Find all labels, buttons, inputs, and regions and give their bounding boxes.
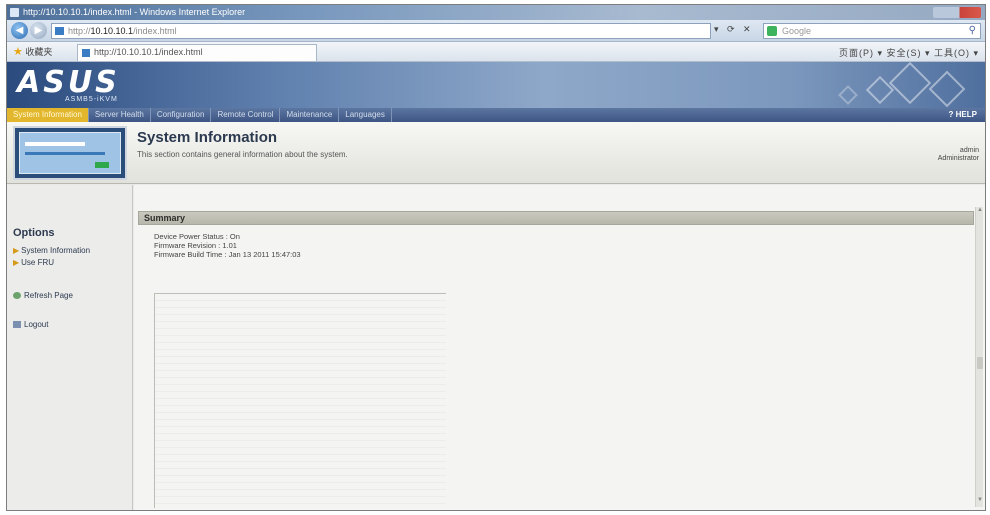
decoration	[838, 85, 858, 105]
search-icon[interactable]: ⚲	[969, 24, 976, 38]
decoration	[25, 142, 85, 146]
address-path: /index.html	[133, 26, 177, 36]
logout-icon	[13, 321, 21, 328]
system-monitor-image	[13, 126, 127, 180]
main-content: Summary Device Power Status : On Firmwar…	[134, 185, 985, 510]
page-header: System Information This section contains…	[7, 122, 985, 184]
tab-remote-control[interactable]: Remote Control	[211, 108, 281, 122]
sidebar-item-logout[interactable]: Logout	[13, 320, 48, 329]
firmware-build-time: Firmware Build Time : Jan 13 2011 15:47:…	[154, 250, 301, 259]
navigation-bar: ◀ ▶ http://10.10.10.1/index.html ▾ ⟳ ✕ G…	[7, 20, 985, 42]
tab-server-health[interactable]: Server Health	[89, 108, 151, 122]
asus-logo: ASUS	[17, 65, 120, 100]
ie-icon	[10, 8, 19, 17]
sidebar-item-use-fru[interactable]: ▶ Use FRU	[13, 258, 54, 267]
decoration	[25, 152, 105, 155]
page-icon	[55, 27, 64, 35]
options-title: Options	[13, 227, 55, 239]
sidebar-item-label: System Information	[21, 246, 91, 255]
sidebar-item-system-information[interactable]: ▶ System Information	[13, 246, 90, 255]
asus-banner: ASUS ASMB5-iKVM	[7, 62, 985, 108]
tab-page-icon	[82, 49, 90, 57]
page-description: This section contains general informatio…	[137, 150, 348, 159]
sidebar-item-label: Use FRU	[21, 258, 55, 267]
tab-configuration[interactable]: Configuration	[151, 108, 212, 122]
tab-maintenance[interactable]: Maintenance	[280, 108, 340, 122]
graph-panel	[154, 293, 446, 508]
user-name: admin	[959, 147, 979, 154]
firmware-revision: Firmware Revision : 1.01	[154, 241, 237, 250]
browser-tab[interactable]: http://10.10.10.1/index.html	[77, 44, 317, 61]
tab-system-information[interactable]: System Information	[7, 108, 89, 122]
user-role: Administrator	[937, 155, 979, 162]
forward-arrow-icon[interactable]: ▶	[30, 22, 47, 39]
browser-window: http://10.10.10.1/index.html - Windows I…	[6, 4, 986, 511]
arrow-right-icon: ▶	[13, 246, 20, 255]
window-controls[interactable]	[933, 7, 981, 18]
address-host: 10.10.10.1	[90, 26, 134, 36]
window-titlebar: http://10.10.10.1/index.html - Windows I…	[7, 5, 985, 20]
help-button[interactable]: ? HELP	[949, 108, 977, 122]
tab-languages[interactable]: Languages	[339, 108, 392, 122]
summary-header: Summary	[138, 211, 974, 225]
power-status: Device Power Status : On	[154, 232, 240, 241]
arrow-right-icon: ▶	[13, 258, 20, 267]
sidebar-item-label: Refresh Page	[24, 291, 73, 300]
refresh-stop-icon[interactable]: ▾ ⟳ ✕	[714, 24, 760, 38]
sidebar-item-refresh-page[interactable]: Refresh Page	[13, 291, 73, 300]
tab-title: http://10.10.10.1/index.html	[94, 47, 203, 57]
scroll-up-icon[interactable]: ▲	[976, 207, 984, 217]
command-bar: ★ 收藏夹 http://10.10.10.1/index.html 页面(P)…	[7, 42, 985, 62]
refresh-icon	[13, 292, 21, 299]
page-title: System Information	[137, 129, 278, 146]
favorites-button[interactable]: ★ 收藏夹	[13, 45, 52, 58]
decoration	[95, 162, 109, 168]
search-input[interactable]: Google ⚲	[763, 23, 981, 39]
address-bar[interactable]: http://10.10.10.1/index.html	[51, 23, 711, 39]
main-nav: System Information Server Health Configura…	[7, 108, 985, 122]
favorites-label: 收藏夹	[25, 47, 53, 57]
sidebar: Options ▶ System Information ▶ Use FRU Ref…	[7, 185, 133, 510]
back-arrow-icon[interactable]: ◀	[11, 22, 28, 39]
scroll-down-icon[interactable]: ▼	[976, 497, 984, 507]
sidebar-item-label: Logout	[24, 320, 49, 329]
decoration	[928, 70, 966, 108]
search-placeholder: Google	[782, 26, 812, 36]
window-title: http://10.10.10.1/index.html - Windows I…	[23, 7, 246, 17]
google-icon	[767, 26, 777, 36]
decoration	[888, 62, 932, 105]
address-prefix: http://	[68, 26, 91, 36]
scroll-thumb[interactable]	[977, 357, 983, 369]
star-icon: ★	[13, 46, 23, 58]
command-tools[interactable]: 页面(P) ▾ 安全(S) ▾ 工具(O) ▾	[839, 46, 979, 59]
product-name: ASMB5-iKVM	[65, 96, 118, 103]
scrollbar[interactable]: ▲ ▼	[975, 207, 983, 507]
